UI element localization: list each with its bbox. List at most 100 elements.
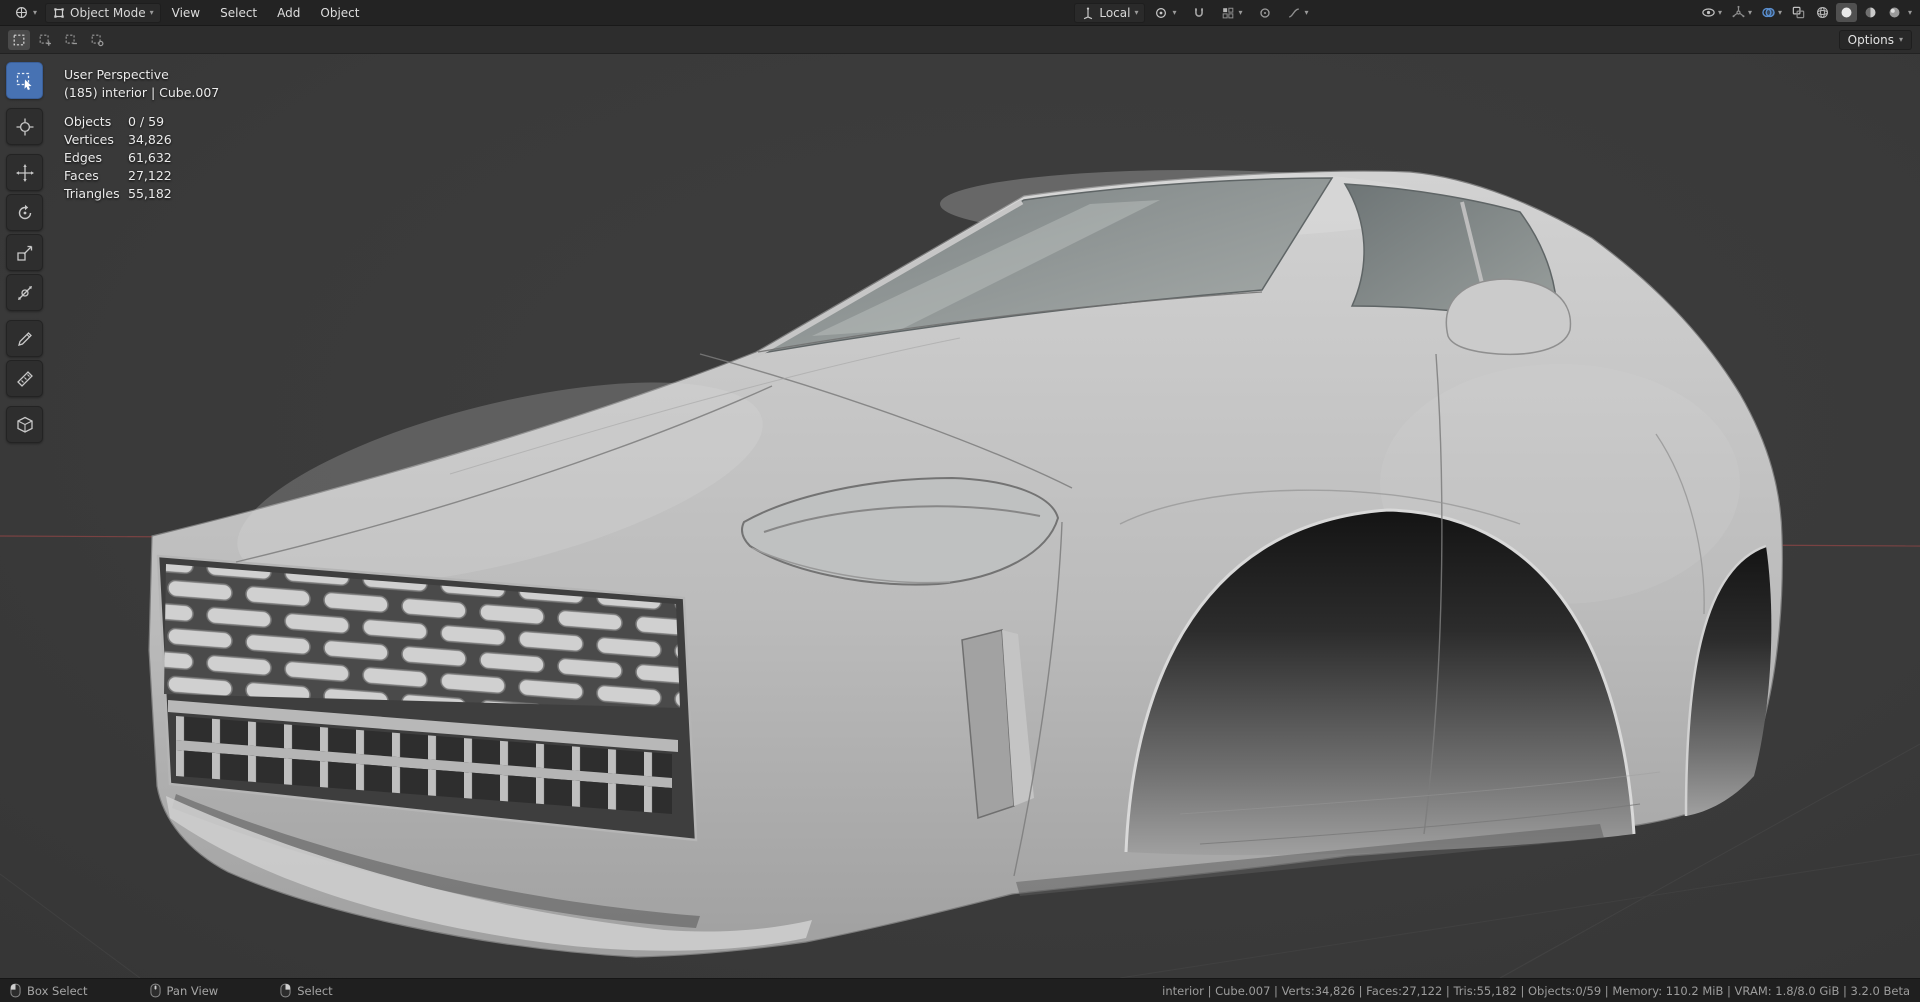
stat-label: Vertices [64, 132, 114, 147]
shading-solid-button[interactable] [1835, 3, 1857, 22]
hint-label: Select [297, 983, 333, 998]
stat-label: Faces [64, 168, 99, 183]
select-mode-set-button[interactable] [8, 29, 30, 50]
stat-value: 34,826 [128, 132, 172, 147]
perspective-label: User Perspective [64, 67, 169, 82]
select-subtract-icon [64, 33, 78, 47]
chevron-down-icon: ▾ [149, 7, 154, 17]
visibility-eye-icon [1701, 5, 1716, 20]
stat-label: Edges [64, 150, 102, 165]
tool-select-box[interactable] [6, 62, 43, 99]
tool-cursor[interactable] [6, 108, 43, 145]
hint-pan-view: Pan View [150, 983, 219, 998]
chevron-down-icon: ▾ [1134, 7, 1139, 17]
tool-scale[interactable] [6, 234, 43, 271]
select-mode-extend-button[interactable] [34, 30, 56, 50]
rotate-icon [15, 204, 35, 223]
orientation-axes-icon [1081, 6, 1095, 20]
overlays-dropdown[interactable]: ▾ [1758, 3, 1785, 22]
stat-row: Faces 27,122 [64, 167, 219, 185]
snap-magnet-icon [1192, 6, 1206, 20]
stat-value: 0 / 59 [128, 114, 165, 129]
mode-dropdown[interactable]: Object Mode ▾ [45, 2, 161, 23]
transform-controls-group: Local ▾ ▾ ▾ ▾ [1074, 2, 1315, 23]
annotate-pencil-icon [15, 329, 35, 349]
mode-dropdown-label: Object Mode [70, 5, 146, 20]
snap-settings-icon [1221, 6, 1235, 20]
tool-settings-bar: Options ▾ [0, 26, 1920, 54]
viewport-3d[interactable]: User Perspective (185) interior | Cube.0… [0, 54, 1920, 978]
pivot-point-icon [1154, 6, 1168, 20]
menu-select[interactable]: Select [211, 3, 266, 23]
status-bar: Box Select Pan View Select interior | Cu… [0, 978, 1920, 1002]
shading-rendered-button[interactable] [1884, 3, 1905, 22]
scene-statistics: Objects 0 / 59 Vertices 34,826 Edges 61,… [64, 113, 219, 203]
transform-orientation-dropdown[interactable]: Local ▾ [1074, 2, 1146, 23]
stat-value: 61,632 [128, 150, 172, 165]
snap-settings-dropdown[interactable]: ▾ [1215, 4, 1249, 22]
chevron-down-icon: ▾ [1717, 7, 1722, 17]
add-cube-icon [15, 415, 35, 435]
tool-measure[interactable] [6, 360, 43, 397]
select-mode-subtract-button[interactable] [60, 30, 82, 50]
editor-type-button[interactable]: ▾ [8, 3, 43, 22]
shading-wireframe-button[interactable] [1812, 3, 1833, 22]
stat-row: Objects 0 / 59 [64, 113, 219, 131]
editor-type-icon [14, 5, 29, 20]
tool-add-cube[interactable] [6, 406, 43, 443]
stat-label: Objects [64, 114, 112, 129]
stat-row: Vertices 34,826 [64, 131, 219, 149]
menu-object[interactable]: Object [311, 3, 368, 23]
menu-add[interactable]: Add [268, 3, 309, 23]
object-visibility-dropdown[interactable]: ▾ [1698, 3, 1725, 22]
blender-window: ▾ Object Mode ▾ View Select Add Object L… [0, 0, 1920, 1002]
pivot-point-dropdown[interactable]: ▾ [1148, 4, 1182, 22]
tool-rotate[interactable] [6, 194, 43, 231]
side-mirror [1445, 278, 1572, 356]
chevron-down-icon[interactable]: ▾ [1908, 8, 1912, 17]
viewport-text-overlay: User Perspective (185) interior | Cube.0… [64, 66, 219, 203]
select-mode-invert-button[interactable] [86, 30, 108, 50]
move-icon [15, 163, 34, 182]
context-label: (185) interior | Cube.007 [64, 85, 220, 100]
hint-box-select: Box Select [10, 983, 88, 998]
mouse-middle-icon [150, 983, 161, 998]
object-mode-icon [54, 7, 64, 18]
xray-icon [1791, 5, 1806, 20]
stat-value: 55,182 [128, 186, 172, 201]
transform-icon [17, 285, 32, 300]
hint-label: Pan View [166, 983, 219, 998]
select-box-icon [15, 71, 31, 90]
snap-toggle[interactable] [1186, 4, 1212, 22]
menu-view[interactable]: View [163, 3, 209, 23]
gizmos-icon [1732, 5, 1745, 18]
chevron-down-icon: ▾ [1304, 7, 1309, 17]
chevron-down-icon: ▾ [1172, 7, 1177, 17]
orientation-label: Local [1099, 5, 1131, 20]
car-model[interactable] [148, 170, 1783, 958]
chevron-down-icon: ▾ [1898, 34, 1903, 44]
gizmos-dropdown[interactable]: ▾ [1728, 3, 1755, 22]
proportional-edit-toggle[interactable] [1252, 4, 1278, 22]
tool-shelf [6, 62, 43, 443]
options-dropdown[interactable]: Options ▾ [1838, 29, 1912, 50]
proportional-falloff-dropdown[interactable]: ▾ [1281, 4, 1315, 22]
stat-row: Triangles 55,182 [64, 185, 219, 203]
viewport-3d-scene[interactable] [0, 54, 1920, 978]
overlays-icon [1761, 5, 1776, 20]
tool-annotate[interactable] [6, 320, 43, 357]
shading-material-button[interactable] [1860, 3, 1881, 22]
hint-label: Box Select [27, 983, 88, 998]
tool-transform[interactable] [6, 274, 43, 311]
scale-icon [15, 243, 35, 263]
tool-move[interactable] [6, 154, 43, 191]
chevron-down-icon: ▾ [1747, 7, 1752, 17]
select-invert-icon [90, 33, 104, 47]
mouse-right-icon [280, 983, 291, 998]
mouse-left-icon [10, 983, 21, 998]
stat-label: Triangles [64, 186, 120, 201]
shading-solid-icon [1841, 7, 1852, 18]
viewport-header: ▾ Object Mode ▾ View Select Add Object L… [0, 0, 1920, 26]
chevron-down-icon: ▾ [33, 7, 38, 17]
xray-toggle[interactable] [1788, 3, 1809, 22]
